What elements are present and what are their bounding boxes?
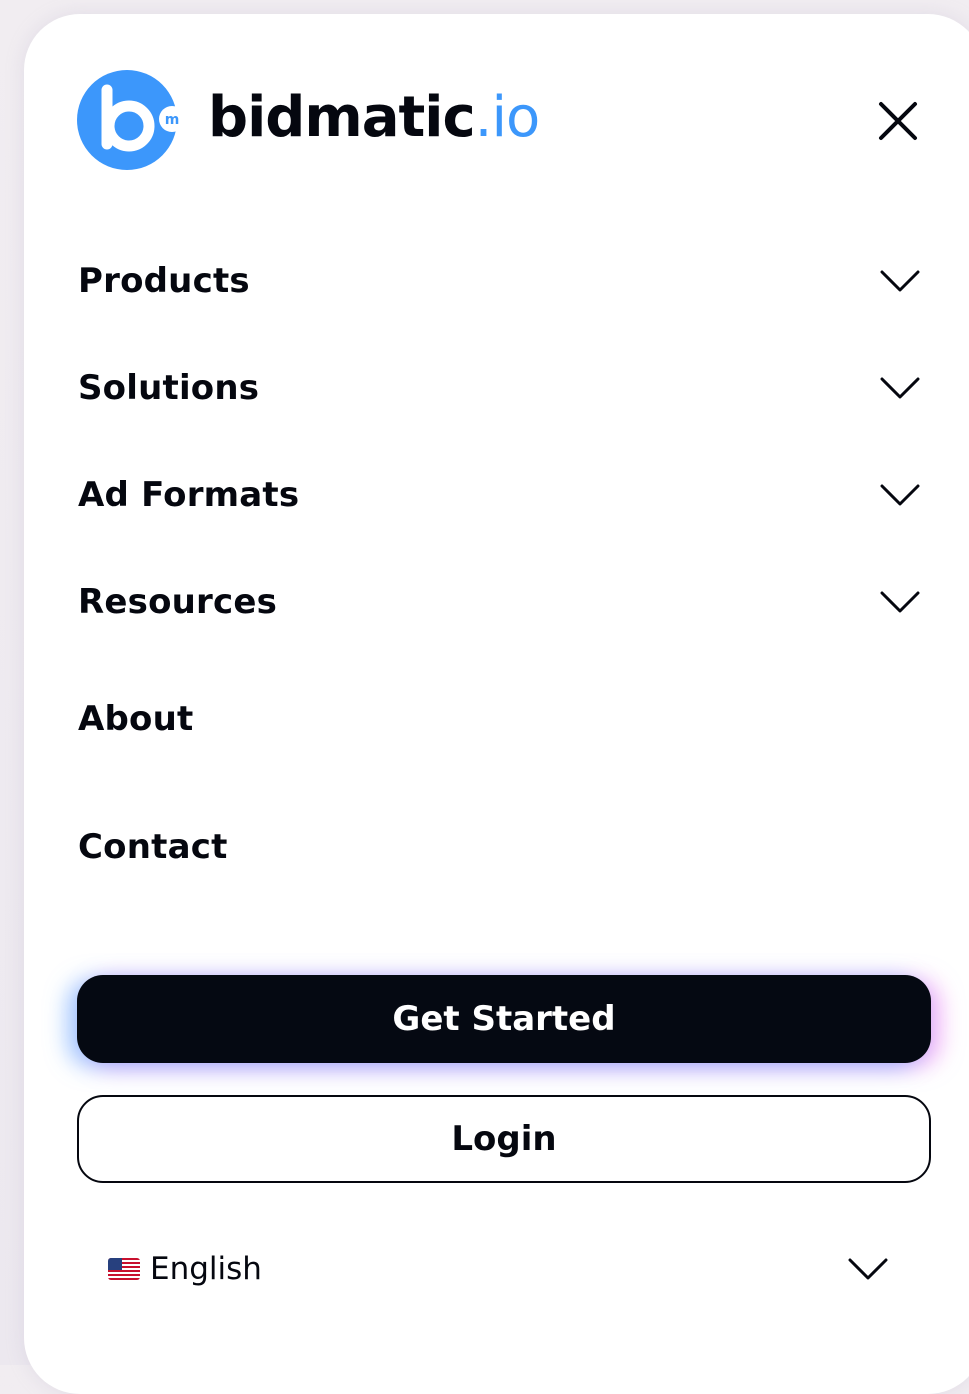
login-button[interactable]: Login [77, 1095, 931, 1183]
get-started-button[interactable]: Get Started [77, 975, 931, 1063]
us-flag-icon [108, 1258, 140, 1280]
chevron-down-icon [880, 377, 920, 399]
nav-item-products[interactable]: Products [78, 251, 920, 311]
chevron-down-icon [880, 591, 920, 613]
svg-text:m: m [165, 112, 180, 128]
language-label: English [150, 1251, 262, 1287]
nav-item-solutions[interactable]: Solutions [78, 358, 920, 418]
login-label: Login [451, 1119, 557, 1159]
nav-item-label: Solutions [78, 368, 260, 408]
get-started-label: Get Started [392, 999, 616, 1039]
chevron-down-icon [848, 1258, 888, 1280]
nav-item-about[interactable]: About [78, 689, 920, 749]
nav-item-ad-formats[interactable]: Ad Formats [78, 465, 920, 525]
bidmatic-logo-icon: m [77, 70, 185, 171]
language-current: English [108, 1251, 262, 1287]
nav-item-contact[interactable]: Contact [78, 817, 920, 877]
nav-item-label: Resources [78, 582, 278, 622]
brand-wordmark: bidmatic.io [208, 89, 540, 146]
chevron-down-icon [880, 484, 920, 506]
language-selector[interactable]: English [108, 1240, 888, 1298]
nav-item-label: Contact [78, 827, 228, 867]
nav-item-resources[interactable]: Resources [78, 572, 920, 632]
close-icon [879, 102, 917, 140]
brand-logo[interactable]: m bidmatic.io [77, 70, 540, 171]
nav-item-label: Products [78, 261, 250, 301]
nav-item-label: About [78, 699, 194, 739]
nav-item-label: Ad Formats [78, 475, 300, 515]
close-button[interactable] [877, 100, 919, 142]
brand-name: bidmatic [208, 84, 476, 150]
chevron-down-icon [880, 270, 920, 292]
brand-suffix: .io [474, 84, 541, 150]
